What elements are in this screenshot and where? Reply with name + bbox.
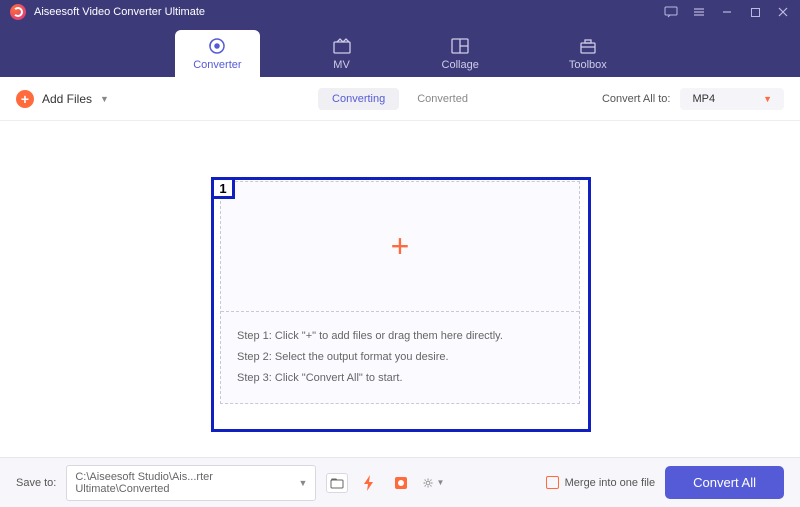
app-title: Aiseesoft Video Converter Ultimate bbox=[34, 6, 664, 18]
chevron-down-icon: ▼ bbox=[298, 478, 307, 488]
tab-toolbox[interactable]: Toolbox bbox=[551, 30, 625, 77]
toolbar: + Add Files ▼ Converting Converted Conve… bbox=[0, 77, 800, 121]
tab-collage[interactable]: Collage bbox=[424, 30, 497, 77]
format-select[interactable]: MP4 ▼ bbox=[680, 88, 784, 110]
convert-all-to-label: Convert All to: bbox=[602, 93, 670, 105]
main-panel: + Add Files ▼ Converting Converted Conve… bbox=[0, 77, 800, 457]
footer: Save to: C:\Aiseesoft Studio\Ais...rter … bbox=[0, 457, 800, 507]
convert-all-button[interactable]: Convert All bbox=[665, 466, 784, 499]
collage-icon bbox=[450, 37, 470, 55]
tab-label: Toolbox bbox=[569, 59, 607, 71]
caret-down-icon: ▼ bbox=[763, 94, 772, 104]
maximize-button[interactable] bbox=[748, 5, 762, 19]
dropzone-add-area[interactable]: + bbox=[221, 182, 579, 312]
step-3: Step 3: Click "Convert All" to start. bbox=[237, 368, 563, 389]
add-files-button[interactable]: + Add Files ▼ bbox=[16, 90, 109, 108]
save-path-select[interactable]: C:\Aiseesoft Studio\Ais...rter Ultimate\… bbox=[66, 465, 316, 501]
settings-button[interactable]: ▼ bbox=[422, 473, 444, 493]
main-tabs: Converter MV Collage Toolbox bbox=[0, 24, 800, 77]
add-plus-icon: + bbox=[391, 228, 410, 265]
merge-label: Merge into one file bbox=[565, 477, 656, 489]
tab-label: MV bbox=[333, 59, 350, 71]
titlebar: Aiseesoft Video Converter Ultimate bbox=[0, 0, 800, 24]
converter-icon bbox=[207, 37, 227, 55]
chevron-down-icon: ▼ bbox=[100, 94, 109, 104]
step-1: Step 1: Click "+" to add files or drag t… bbox=[237, 326, 563, 347]
merge-checkbox[interactable]: Merge into one file bbox=[546, 476, 656, 489]
step-2: Step 2: Select the output format you des… bbox=[237, 347, 563, 368]
tab-converting[interactable]: Converting bbox=[318, 88, 399, 110]
tab-label: Converter bbox=[193, 59, 241, 71]
instructions: Step 1: Click "+" to add files or drag t… bbox=[221, 312, 579, 403]
gpu-accel-icon[interactable] bbox=[390, 473, 412, 493]
tab-converter[interactable]: Converter bbox=[175, 30, 259, 77]
open-folder-button[interactable] bbox=[326, 473, 348, 493]
tab-label: Collage bbox=[442, 59, 479, 71]
toolbox-icon bbox=[578, 37, 598, 55]
mv-icon bbox=[332, 37, 352, 55]
plus-icon: + bbox=[16, 90, 34, 108]
close-button[interactable] bbox=[776, 5, 790, 19]
menu-icon[interactable] bbox=[692, 5, 706, 19]
app-logo-icon bbox=[10, 4, 26, 20]
feedback-icon[interactable] bbox=[664, 5, 678, 19]
minimize-button[interactable] bbox=[720, 5, 734, 19]
save-path-value: C:\Aiseesoft Studio\Ais...rter Ultimate\… bbox=[75, 471, 298, 495]
status-tabs: Converting Converted bbox=[318, 88, 482, 110]
save-to-label: Save to: bbox=[16, 477, 56, 489]
checkbox-icon bbox=[546, 476, 559, 489]
format-value: MP4 bbox=[692, 93, 715, 105]
dropzone: + Step 1: Click "+" to add files or drag… bbox=[220, 181, 580, 404]
tab-mv[interactable]: MV bbox=[314, 30, 370, 77]
high-speed-icon[interactable] bbox=[358, 473, 380, 493]
tab-converted[interactable]: Converted bbox=[403, 88, 482, 110]
add-files-label: Add Files bbox=[42, 92, 92, 106]
